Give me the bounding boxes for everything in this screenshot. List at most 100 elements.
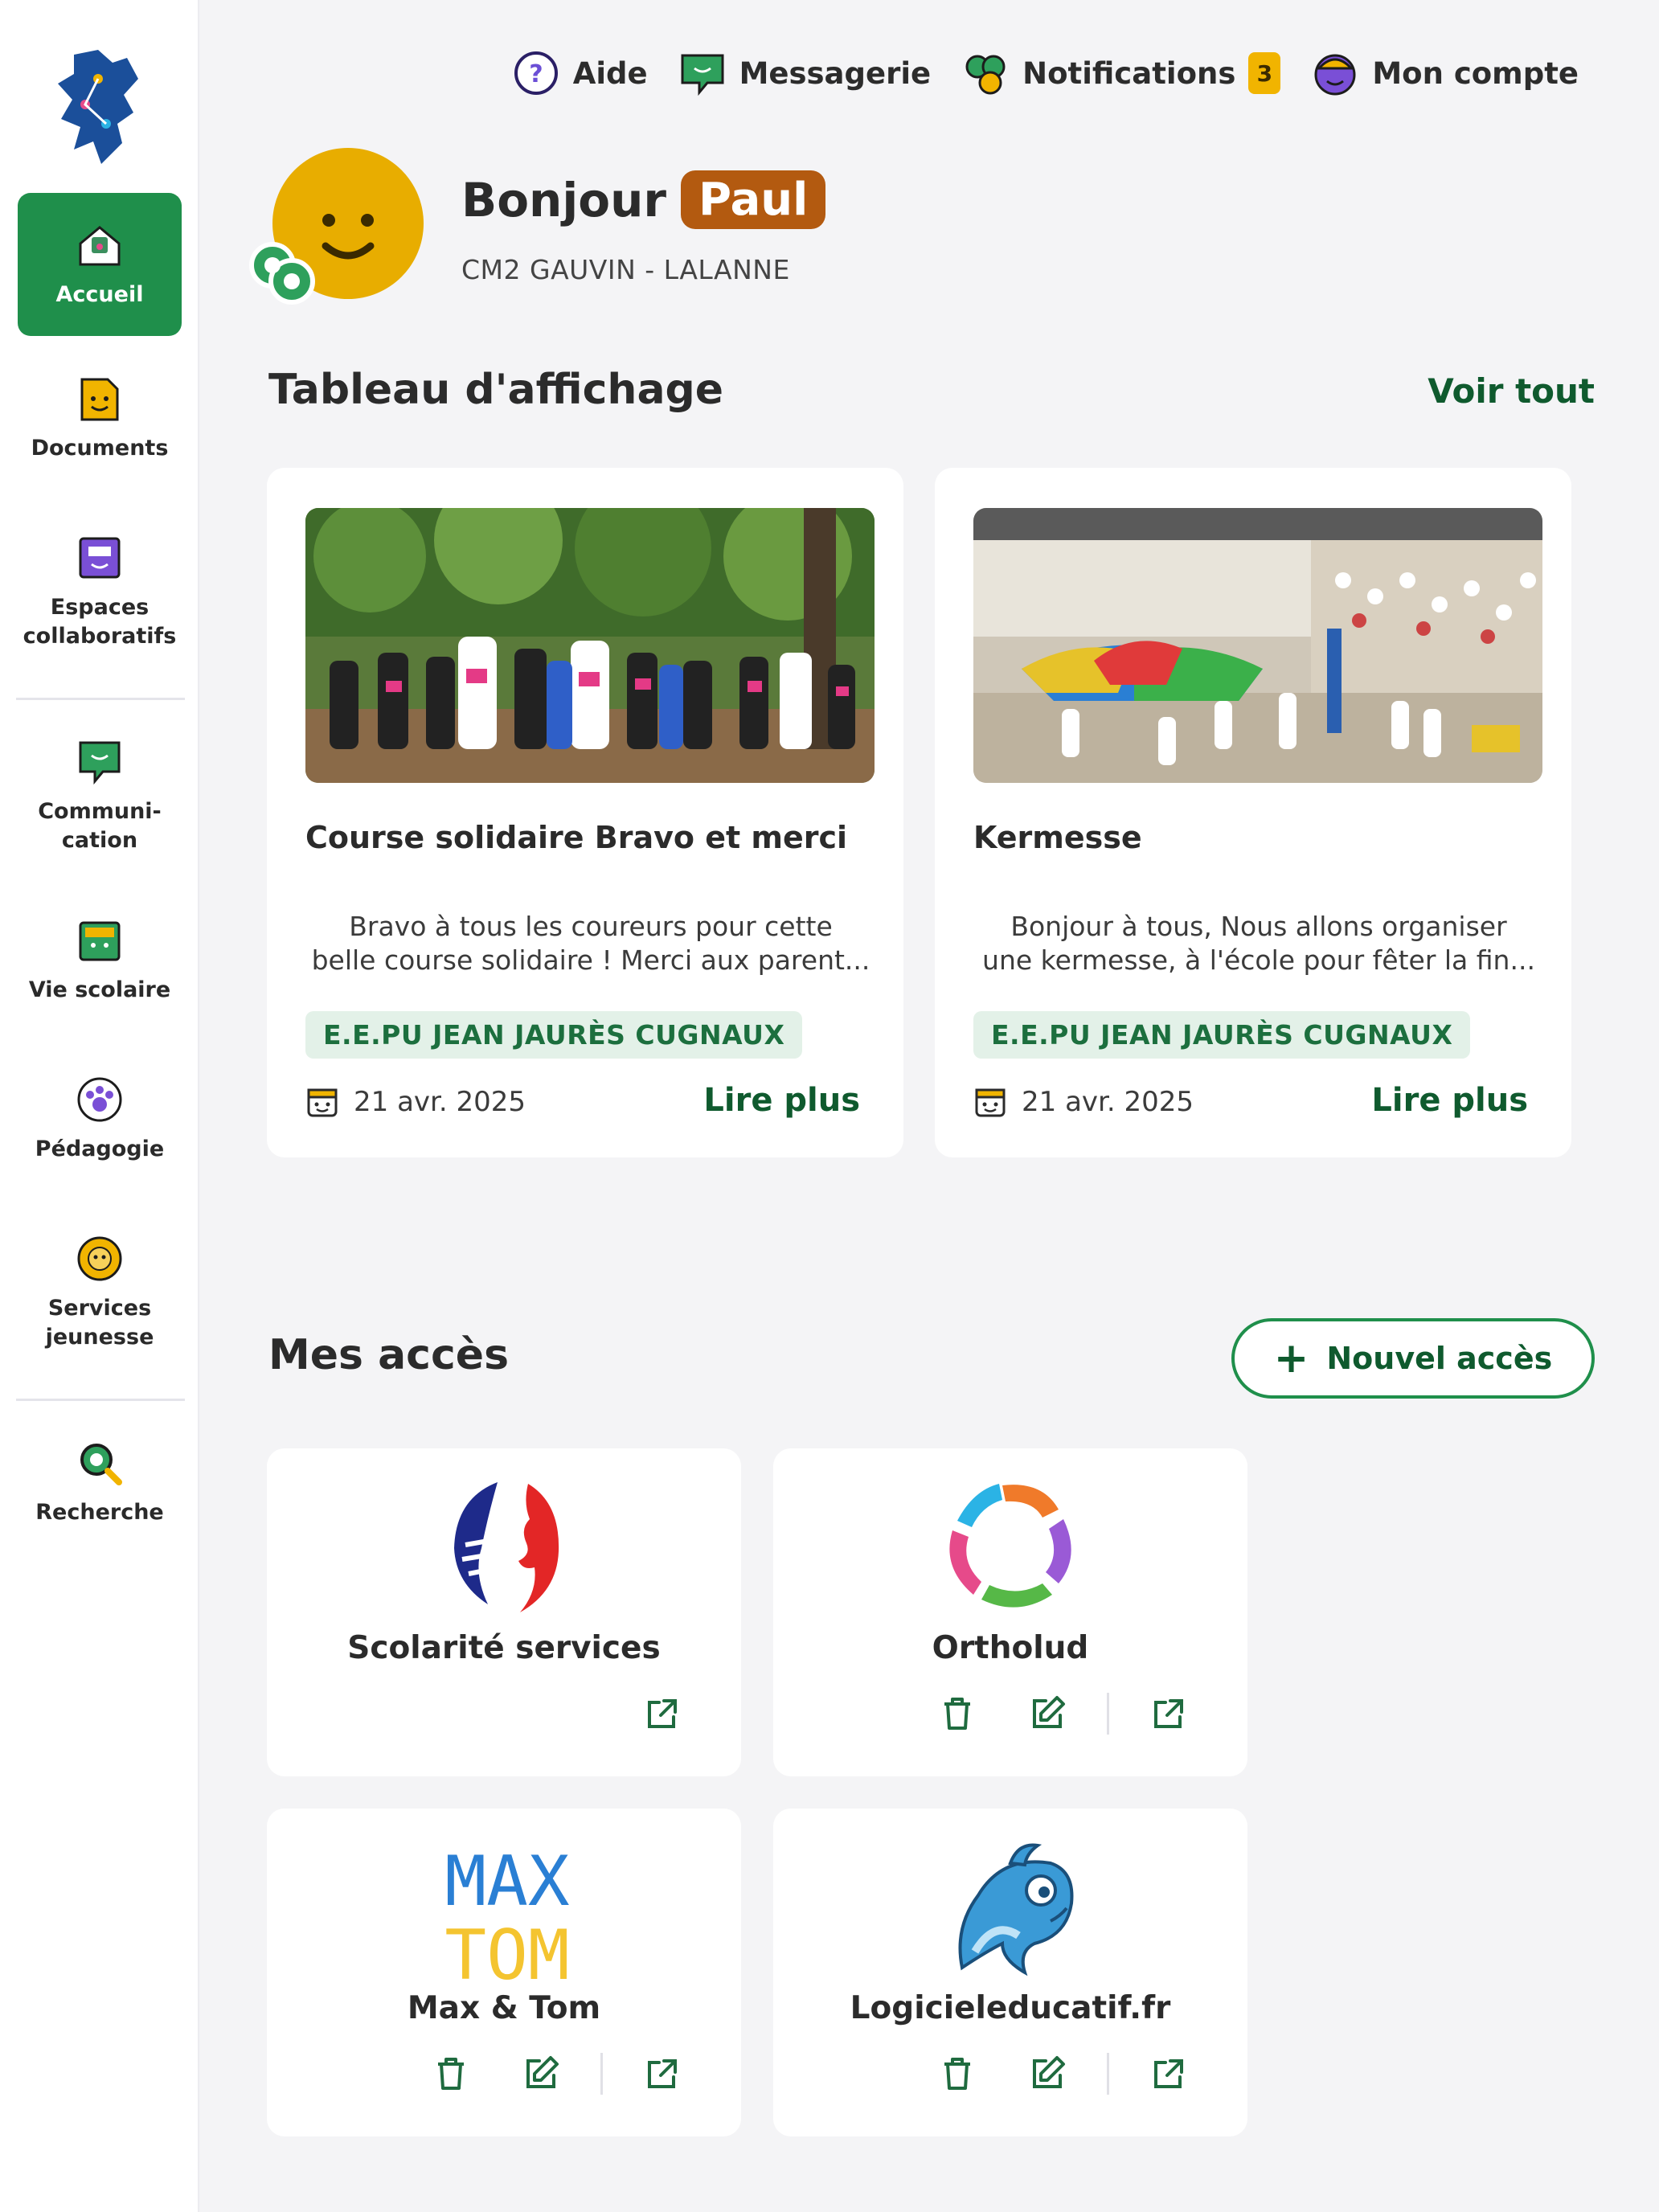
external-link-icon <box>648 2059 677 2088</box>
notifications-icon <box>965 55 1006 95</box>
action-separator <box>600 2053 603 2095</box>
nav-item-accueil[interactable]: Accueil <box>18 193 182 336</box>
sidebar: Accueil Documents Espaces collaboratifs … <box>0 0 199 2212</box>
edit-button[interactable] <box>1017 1683 1078 1744</box>
open-external-button[interactable] <box>1138 1683 1199 1744</box>
read-more-link[interactable]: Lire plus <box>1371 1082 1528 1119</box>
news-card-2[interactable]: Kermesse Bonjour à tous, Nous allons org… <box>935 468 1571 1157</box>
notifications-badge: 3 <box>1248 52 1281 94</box>
read-more-link[interactable]: Lire plus <box>703 1082 860 1119</box>
app-actions <box>927 2043 1199 2104</box>
nav-item-communication[interactable]: Communi- cation <box>18 736 182 855</box>
edit-icon <box>1033 1696 1065 1728</box>
access-title: Mes accès <box>268 1331 510 1379</box>
trash-icon <box>944 2058 970 2090</box>
app-name: Logicieleducatif.fr <box>850 1990 1171 2026</box>
greeting-hello: Bonjour <box>461 172 666 227</box>
messages-label: Messagerie <box>739 55 932 91</box>
edit-button[interactable] <box>1017 2043 1078 2104</box>
nav-separator <box>16 698 185 700</box>
notifications-link[interactable]: Notifications 3 <box>961 49 1281 97</box>
news-excerpt-line: belle course solidaire ! Merci aux paren… <box>311 944 870 976</box>
app-logo[interactable] <box>50 47 150 167</box>
news-image-race <box>305 508 875 783</box>
ortholud-logo <box>949 1484 1071 1608</box>
svg-text:?: ? <box>529 60 543 88</box>
news-school-tag: E.E.PU JEAN JAURÈS CUGNAUX <box>973 1011 1471 1059</box>
user-avatar[interactable] <box>245 146 430 315</box>
account-label: Mon compte <box>1372 55 1579 91</box>
news-excerpt: Bravo à tous les coureurs pour cette bel… <box>305 910 876 977</box>
nav-item-vie-scolaire[interactable]: Vie scolaire <box>18 915 182 1005</box>
nav-label: Pédagogie <box>35 1137 165 1161</box>
nav-label: Documents <box>31 436 169 461</box>
nav-item-espaces-collaboratifs[interactable]: Espaces collaboratifs <box>18 532 182 651</box>
nav-label: Espaces collaboratifs <box>23 595 177 649</box>
news-date: 21 avr. 2025 <box>973 1085 1194 1119</box>
news-excerpt-line: une kermesse, à l'école pour fêter la fi… <box>982 944 1535 976</box>
greeting-user-name: Paul <box>680 170 826 229</box>
notifications-label: Notifications <box>1022 55 1236 91</box>
home-icon <box>79 226 121 266</box>
news-title: Kermesse <box>973 820 1142 855</box>
messages-link[interactable]: Messagerie <box>678 49 932 97</box>
edit-button[interactable] <box>510 2043 571 2104</box>
external-link-icon <box>1154 1699 1183 1728</box>
action-separator <box>1107 2053 1109 2095</box>
trash-icon <box>944 1698 970 1730</box>
nav-item-recherche[interactable]: Recherche <box>18 1437 182 1527</box>
account-icon <box>1314 54 1356 96</box>
app-card-max-tom[interactable]: MAX TOM Max & Tom <box>267 1809 741 2136</box>
delete-button[interactable] <box>420 2043 481 2104</box>
documents-icon <box>80 378 119 421</box>
account-link[interactable]: Mon compte <box>1311 49 1579 97</box>
nav-item-pedagogie[interactable]: Pédagogie <box>18 1074 182 1164</box>
app-actions <box>927 1683 1199 1744</box>
edit-icon <box>1033 2056 1065 2088</box>
board-title: Tableau d'affichage <box>268 366 724 414</box>
nav-label: Recherche <box>35 1500 164 1525</box>
news-excerpt-line: Bonjour à tous, Nous allons organiser <box>1010 911 1507 942</box>
app-name: Ortholud <box>932 1630 1089 1666</box>
new-access-label: Nouvel accès <box>1326 1341 1553 1376</box>
maxtom-logo-text-tom: TOM <box>444 1915 569 1984</box>
trash-icon <box>438 2058 464 2090</box>
news-excerpt: Bonjour à tous, Nous allons organiser un… <box>973 910 1544 977</box>
news-date-text: 21 avr. 2025 <box>1022 1086 1194 1118</box>
edit-icon <box>526 2056 559 2088</box>
app-card-ortholud[interactable]: Ortholud <box>773 1448 1247 1776</box>
nav-label: Vie scolaire <box>28 977 171 1002</box>
see-all-link[interactable]: Voir tout <box>1428 371 1595 411</box>
user-class: CM2 GAUVIN - LALANNE <box>461 254 790 285</box>
open-external-button[interactable] <box>1138 2043 1199 2104</box>
app-card-logicieleducatif[interactable]: Logicieleducatif.fr <box>773 1809 1247 2136</box>
dolphin-logo <box>958 1843 1074 1976</box>
help-icon: ? <box>514 51 558 95</box>
delete-button[interactable] <box>927 1683 988 1744</box>
news-date: 21 avr. 2025 <box>305 1085 526 1119</box>
news-title: Course solidaire Bravo et merci <box>305 820 848 855</box>
nav-item-documents[interactable]: Documents <box>18 373 182 463</box>
communication-icon <box>79 741 121 785</box>
help-link[interactable]: ? Aide <box>512 49 648 97</box>
news-card-1[interactable]: Course solidaire Bravo et merci Bravo à … <box>267 468 903 1157</box>
new-access-button[interactable]: + Nouvel accès <box>1231 1318 1595 1399</box>
delete-button[interactable] <box>927 2043 988 2104</box>
calendar-icon <box>975 1088 1006 1117</box>
external-link-icon <box>648 1699 677 1728</box>
plus-icon: + <box>1273 1334 1309 1382</box>
nav-separator <box>16 1399 185 1401</box>
calendar-icon <box>307 1088 338 1117</box>
collab-spaces-icon <box>79 537 121 579</box>
app-card-scolarite-services[interactable]: Scolarité services <box>267 1448 741 1776</box>
nav-item-services-jeunesse[interactable]: Services jeunesse <box>18 1233 182 1352</box>
top-bar: ? Aide Messagerie Notifications 3 Mon co… <box>512 45 1579 101</box>
pedagogy-icon <box>77 1077 122 1122</box>
app-actions <box>632 1683 693 1744</box>
open-external-button[interactable] <box>632 2043 693 2104</box>
news-image-kermesse <box>973 508 1542 783</box>
nav-label: Services jeunesse <box>45 1296 154 1350</box>
news-school-tag: E.E.PU JEAN JAURÈS CUGNAUX <box>305 1011 803 1059</box>
app-name: Max & Tom <box>407 1990 601 2026</box>
open-external-button[interactable] <box>632 1683 693 1744</box>
